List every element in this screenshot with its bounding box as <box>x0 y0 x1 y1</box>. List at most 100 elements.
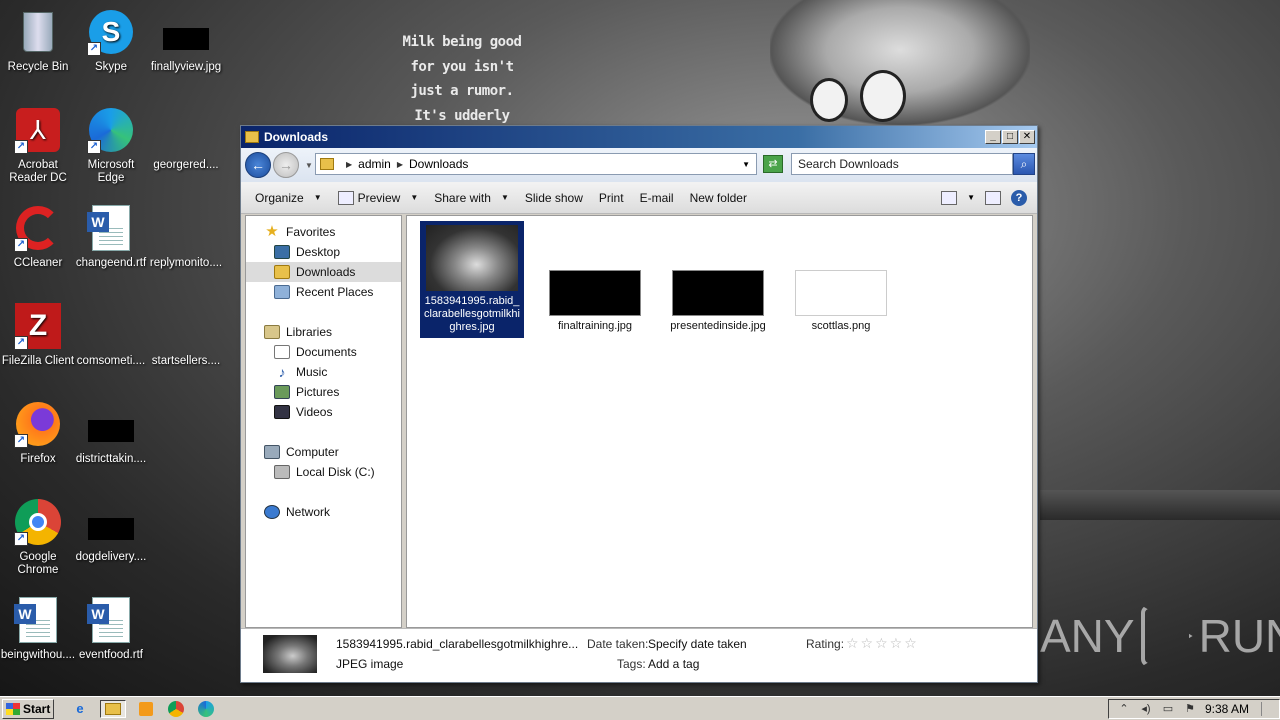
nav-favorites[interactable]: ★ Favorites <box>246 222 401 242</box>
change-view-icon[interactable] <box>941 190 958 205</box>
explorer-taskbar-button[interactable] <box>100 699 126 718</box>
media-player-icon[interactable] <box>136 700 156 718</box>
new-folder-button[interactable]: New folder <box>682 187 755 209</box>
file-item[interactable]: 1583941995.rabid_clarabellesgotmilkhighr… <box>420 221 524 338</box>
star-icon: ★ <box>265 223 279 240</box>
word-doc-icon: W <box>87 596 135 644</box>
file-icon <box>87 302 135 350</box>
chevron-right-icon[interactable]: ▶ <box>346 160 352 169</box>
date-taken-label: Date taken: <box>587 637 649 651</box>
desktop-icon-beingwithou[interactable]: W beingwithou.... <box>0 596 76 662</box>
file-name: presentedinside.jpg <box>670 320 766 332</box>
search-input[interactable]: Search Downloads <box>791 153 1013 175</box>
network-status-icon[interactable]: ▭ <box>1161 703 1175 715</box>
slide-show-button[interactable]: Slide show <box>517 187 591 209</box>
desktop-icon-firefox[interactable]: ↗ Firefox <box>0 400 76 466</box>
skype-icon: S ↗ <box>87 8 135 56</box>
nav-recent-places[interactable]: Recent Places <box>246 282 401 302</box>
nav-desktop[interactable]: Desktop <box>246 242 401 262</box>
edge-icon: ↗ <box>87 106 135 154</box>
history-dropdown-icon[interactable]: ▼ <box>305 161 313 170</box>
nav-downloads[interactable]: Downloads <box>246 262 401 282</box>
nav-computer[interactable]: Computer <box>246 442 401 462</box>
nav-documents[interactable]: Documents <box>246 342 401 362</box>
desktop-icon-label: comsometi.... <box>76 355 146 367</box>
anyrun-watermark: ANYRUN <box>1040 605 1280 667</box>
arrow-right-icon: → <box>279 157 293 173</box>
desktop-icon-acrobat[interactable]: ⅄ ↗ Acrobat Reader DC <box>0 106 76 185</box>
start-button[interactable]: Start <box>2 698 54 719</box>
desktop-icon-districttakin[interactable]: districttakin.... <box>73 400 149 466</box>
details-file-name: 1583941995.rabid_clarabellesgotmilkhighr… <box>336 637 579 651</box>
nav-local-disk[interactable]: Local Disk (C:) <box>246 462 401 482</box>
arrow-left-icon: ← <box>251 157 265 173</box>
desktop-icon-georgered[interactable]: georgered.... <box>148 106 224 172</box>
chevron-down-icon[interactable]: ▼ <box>967 193 975 202</box>
folder-icon <box>245 131 259 143</box>
desktop-icon-dogdelivery[interactable]: dogdelivery.... <box>73 498 149 564</box>
nav-videos[interactable]: Videos <box>246 402 401 422</box>
title-bar[interactable]: Downloads _ □ ✕ <box>241 126 1037 148</box>
breadcrumb-admin[interactable]: admin <box>358 157 391 171</box>
rating-stars[interactable]: ☆☆☆☆☆ <box>846 635 919 652</box>
tags-value[interactable]: Add a tag <box>648 657 699 671</box>
wallpaper-shelf <box>1040 490 1280 520</box>
documents-icon <box>274 345 290 359</box>
organize-button[interactable]: Organize ▼ <box>247 187 330 209</box>
desktop-icon-eventfood[interactable]: W eventfood.rtf <box>73 596 149 662</box>
desktop-icon-replymonito[interactable]: replymonito.... <box>148 204 224 270</box>
refresh-button[interactable]: ⇄ <box>763 155 783 173</box>
help-icon[interactable]: ? <box>1011 189 1027 206</box>
firefox-icon: ↗ <box>14 400 62 448</box>
preview-pane-icon[interactable] <box>985 190 1001 205</box>
edge-icon[interactable] <box>196 700 216 718</box>
desktop-icon-label: beingwithou.... <box>0 649 76 661</box>
speaker-icon[interactable]: ◂) <box>1139 703 1153 715</box>
date-taken-value[interactable]: Specify date taken <box>648 637 747 651</box>
desktop-icon-recycle-bin[interactable]: Recycle Bin <box>0 8 76 74</box>
chrome-icon[interactable] <box>166 700 186 718</box>
chevron-down-icon[interactable]: ▼ <box>742 160 750 169</box>
acrobat-icon: ⅄ ↗ <box>14 106 62 154</box>
desktop-icon-label: Skype <box>95 61 127 73</box>
wallpaper-cow <box>770 0 1030 125</box>
filezilla-icon: Z ↗ <box>14 302 62 350</box>
search-button[interactable]: ⌕ <box>1013 153 1035 175</box>
close-button[interactable]: ✕ <box>1019 130 1035 144</box>
clock[interactable]: 9:38 AM <box>1205 702 1249 716</box>
forward-button[interactable]: → <box>273 152 299 178</box>
desktop-icon-skype[interactable]: S ↗ Skype <box>73 8 149 74</box>
action-center-flag-icon[interactable]: ⚑ <box>1183 703 1197 715</box>
chevron-down-icon: ▼ <box>313 193 322 202</box>
desktop-icon-chrome[interactable]: ↗ Google Chrome <box>0 498 76 577</box>
chevron-right-icon[interactable]: ▶ <box>397 160 403 169</box>
desktop-icon-comsometi[interactable]: comsometi.... <box>73 302 149 368</box>
breadcrumb-downloads[interactable]: Downloads <box>409 157 468 171</box>
internet-explorer-icon[interactable]: e <box>70 700 90 718</box>
nav-music[interactable]: ♪ Music <box>246 362 401 382</box>
file-item[interactable]: scottlas.png <box>789 270 893 333</box>
nav-libraries[interactable]: Libraries <box>246 322 401 342</box>
desktop-icon-changeend[interactable]: W changeend.rtf <box>73 204 149 270</box>
print-button[interactable]: Print <box>591 187 632 209</box>
nav-network[interactable]: Network <box>246 502 401 522</box>
desktop-icon-startsellers[interactable]: startsellers.... <box>148 302 224 368</box>
file-list: 1583941995.rabid_clarabellesgotmilkhighr… <box>406 215 1033 628</box>
show-hidden-icons-icon[interactable]: ⌃ <box>1117 703 1131 715</box>
preview-button[interactable]: Preview ▼ <box>330 187 427 209</box>
file-item[interactable]: finaltraining.jpg <box>543 270 647 333</box>
desktop-icon-ccleaner[interactable]: ↗ CCleaner <box>0 204 76 270</box>
desktop-icon-filezilla[interactable]: Z ↗ FileZilla Client <box>0 302 76 368</box>
nav-pictures[interactable]: Pictures <box>246 382 401 402</box>
minimize-button[interactable]: _ <box>985 130 1001 144</box>
show-desktop-button[interactable] <box>1261 701 1271 716</box>
share-with-button[interactable]: Share with ▼ <box>426 187 517 209</box>
back-button[interactable]: ← <box>245 152 271 178</box>
desktop-icon-finallyview[interactable]: finallyview.jpg <box>148 8 224 74</box>
address-bar[interactable]: ▶ admin ▶ Downloads ▼ <box>315 153 757 175</box>
desktop-icon-edge[interactable]: ↗ Microsoft Edge <box>73 106 149 185</box>
desktop-icon <box>274 245 290 259</box>
email-button[interactable]: E-mail <box>632 187 682 209</box>
maximize-button[interactable]: □ <box>1002 130 1018 144</box>
file-item[interactable]: presentedinside.jpg <box>666 270 770 333</box>
